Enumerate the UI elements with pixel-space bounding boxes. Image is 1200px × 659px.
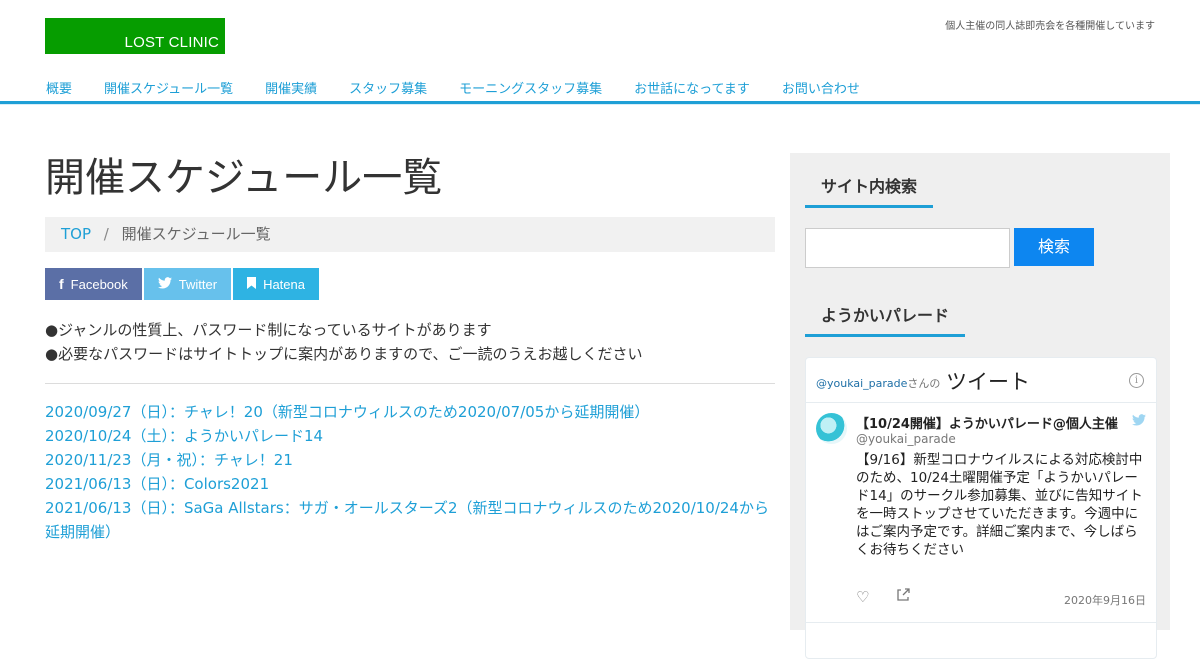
tweet-text: 【9/16】新型コロナウイルスによる対応検討中のため、10/24土曜開催予定「よ… xyxy=(856,452,1143,558)
event-link[interactable]: 2020/10/24（土）：ようかいパレード14 xyxy=(45,424,775,448)
timeline-title: ツイート xyxy=(946,370,1030,394)
divider xyxy=(45,383,775,384)
search-input[interactable] xyxy=(805,228,1010,268)
info-icon[interactable]: i xyxy=(1129,373,1144,388)
timeline-header: @youkai_paradeさんの ツイート i xyxy=(806,358,1156,403)
tweet-date[interactable]: 2020年9月16日 xyxy=(1064,592,1146,608)
share-facebook-button[interactable]: f Facebook xyxy=(45,268,142,300)
avatar[interactable] xyxy=(816,413,847,444)
breadcrumb: TOP / 開催スケジュール一覧 xyxy=(45,217,775,252)
breadcrumb-current: 開催スケジュール一覧 xyxy=(121,225,271,243)
notice-item: ●ジャンルの性質上、パスワード制になっているサイトがあります xyxy=(45,321,492,339)
notice-list: ●ジャンルの性質上、パスワード制になっているサイトがあります ●必要なパスワード… xyxy=(45,318,775,366)
site-tagline: 個人主催の同人誌即売会を各種開催しています xyxy=(945,21,1155,32)
tweet-actions: ♡ xyxy=(856,588,932,606)
notice-item: ●必要なパスワードはサイトトップに案内がありますので、ご一読のうえお越しください xyxy=(45,345,643,363)
event-link[interactable]: 2021/06/13（日）：SaGa Allstars：サガ・オールスターズ2（… xyxy=(45,496,775,544)
share-facebook-label: Facebook xyxy=(70,276,128,292)
twitter-bird-icon xyxy=(1132,414,1146,429)
bookmark-icon xyxy=(247,276,257,292)
tweet-divider xyxy=(806,622,1156,623)
logo-text: LOST CLINIC xyxy=(124,34,219,51)
search-widget-title: サイト内検索 xyxy=(805,171,934,208)
search-button[interactable]: 検索 xyxy=(1014,228,1094,266)
twitter-widget-title: ようかいパレード xyxy=(805,300,966,337)
sidebar: サイト内検索 検索 ようかいパレード @youkai_paradeさんの ツイー… xyxy=(790,153,1170,659)
twitter-timeline[interactable]: @youkai_paradeさんの ツイート i 【10/24開催】ようかいパレ… xyxy=(805,357,1157,659)
like-icon[interactable]: ♡ xyxy=(856,588,869,606)
breadcrumb-top[interactable]: TOP xyxy=(61,225,91,243)
event-list: 2020/09/27（日）：チャレ！20（新型コロナウィルスのため2020/07… xyxy=(45,400,775,544)
event-link[interactable]: 2020/11/23（月・祝）：チャレ！21 xyxy=(45,448,775,472)
nav-underline-shadow xyxy=(0,104,1200,105)
share-twitter-button[interactable]: Twitter xyxy=(143,268,232,300)
event-link[interactable]: 2021/06/13（日）：Colors2021 xyxy=(45,472,775,496)
twitter-icon xyxy=(157,276,172,292)
share-hatena-label: Hatena xyxy=(263,276,305,292)
main-content: 開催スケジュール一覧 TOP / 開催スケジュール一覧 f Facebook T… xyxy=(45,150,775,544)
share-twitter-label: Twitter xyxy=(178,276,218,292)
event-link[interactable]: 2020/09/27（日）：チャレ！20（新型コロナウィルスのため2020/07… xyxy=(45,400,775,424)
share-buttons: f Facebook Twitter Hatena xyxy=(45,268,775,300)
site-logo[interactable]: LOST CLINIC xyxy=(45,18,225,54)
breadcrumb-separator: / xyxy=(103,225,109,243)
facebook-icon: f xyxy=(59,276,64,292)
share-hatena-button[interactable]: Hatena xyxy=(233,268,319,300)
tweet-author-name[interactable]: 【10/24開催】ようかいパレード@個人主催 xyxy=(856,413,1136,432)
tweet-author-handle[interactable]: @youkai_parade xyxy=(856,432,956,446)
share-icon[interactable] xyxy=(896,588,910,606)
page-title: 開催スケジュール一覧 xyxy=(45,155,443,201)
timeline-handle[interactable]: @youkai_paradeさんの xyxy=(816,375,940,391)
